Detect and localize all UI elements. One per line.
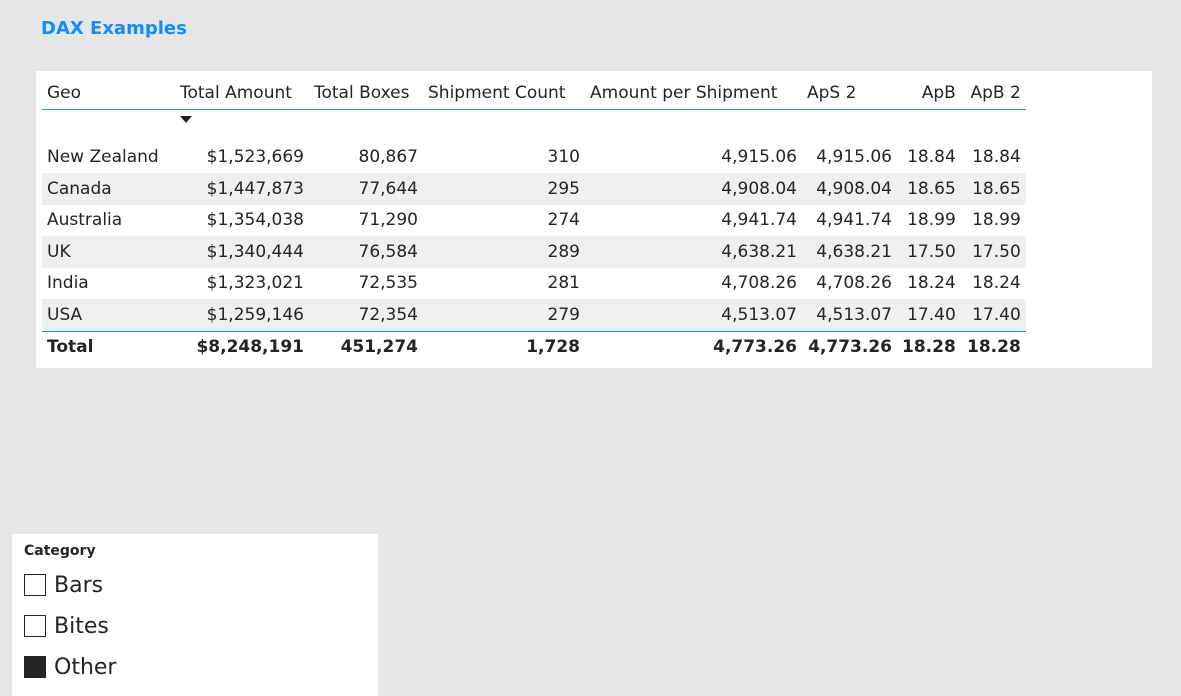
cell-total-amount: $1,259,146 bbox=[175, 299, 309, 331]
cell-total-boxes: 80,867 bbox=[309, 141, 423, 173]
slicer-item-bars[interactable]: Bars bbox=[24, 572, 103, 598]
cell-total-boxes: 72,535 bbox=[309, 267, 423, 299]
cell-geo: UK bbox=[42, 236, 175, 268]
total-row[interactable]: Total $8,248,191 451,274 1,728 4,773.26 … bbox=[42, 330, 1026, 363]
cell-total-boxes: 72,354 bbox=[309, 299, 423, 331]
cell-apb: 17.40 bbox=[897, 299, 961, 331]
cell-apb: 18.99 bbox=[897, 204, 961, 236]
cell-amount-per-shipment: 4,908.04 bbox=[585, 173, 802, 205]
cell-shipment-count: 295 bbox=[423, 173, 585, 205]
cell-aps-2: 4,513.07 bbox=[802, 299, 897, 331]
cell-geo: Australia bbox=[42, 204, 175, 236]
column-header-aps-2[interactable]: ApS 2 bbox=[802, 77, 897, 110]
table-row[interactable]: India $1,323,021 72,535 281 4,708.26 4,7… bbox=[42, 267, 1026, 299]
cell-apb: 17.50 bbox=[897, 236, 961, 268]
category-slicer: Category Bars Bites Other bbox=[12, 534, 378, 696]
cell-apb-2: 18.65 bbox=[960, 173, 1026, 205]
total-shipment-count: 1,728 bbox=[423, 330, 585, 363]
page-title: DAX Examples bbox=[41, 18, 187, 39]
data-table: Geo Total Amount Total Boxes Shipment Co… bbox=[42, 77, 1026, 363]
slicer-item-bites[interactable]: Bites bbox=[24, 613, 109, 639]
table-header-row: Geo Total Amount Total Boxes Shipment Co… bbox=[42, 77, 1026, 123]
table-row[interactable]: Canada $1,447,873 77,644 295 4,908.04 4,… bbox=[42, 173, 1026, 205]
cell-total-amount: $1,523,669 bbox=[175, 141, 309, 173]
slicer-header: Category bbox=[24, 543, 96, 559]
column-header-total-amount[interactable]: Total Amount bbox=[175, 77, 309, 123]
total-amount-per-shipment: 4,773.26 bbox=[585, 330, 802, 363]
total-total-boxes: 451,274 bbox=[309, 330, 423, 363]
cell-aps-2: 4,915.06 bbox=[802, 141, 897, 173]
column-header-label: Total Amount bbox=[180, 83, 292, 103]
cell-apb-2: 17.50 bbox=[960, 236, 1026, 268]
cell-total-amount: $1,354,038 bbox=[175, 204, 309, 236]
cell-shipment-count: 289 bbox=[423, 236, 585, 268]
table-visual[interactable]: Geo Total Amount Total Boxes Shipment Co… bbox=[36, 71, 1152, 368]
slicer-item-label: Bars bbox=[54, 572, 104, 598]
cell-total-amount: $1,340,444 bbox=[175, 236, 309, 268]
cell-aps-2: 4,708.26 bbox=[802, 267, 897, 299]
cell-shipment-count: 281 bbox=[423, 267, 585, 299]
cell-total-boxes: 77,644 bbox=[309, 173, 423, 205]
total-apb: 18.28 bbox=[897, 330, 961, 363]
column-header-apb-2[interactable]: ApB 2 bbox=[960, 77, 1026, 110]
table-row[interactable]: New Zealand $1,523,669 80,867 310 4,915.… bbox=[42, 141, 1026, 173]
total-aps-2: 4,773.26 bbox=[802, 330, 897, 363]
slicer-item-other[interactable]: Other bbox=[24, 654, 116, 680]
total-apb-2: 18.28 bbox=[960, 330, 1026, 363]
column-header-total-boxes[interactable]: Total Boxes bbox=[309, 77, 423, 110]
total-total-amount: $8,248,191 bbox=[175, 330, 309, 363]
cell-aps-2: 4,908.04 bbox=[802, 173, 897, 205]
cell-apb-2: 18.99 bbox=[960, 204, 1026, 236]
table-row[interactable]: UK $1,340,444 76,584 289 4,638.21 4,638.… bbox=[42, 236, 1026, 268]
header-gap bbox=[42, 109, 1026, 142]
cell-geo: USA bbox=[42, 299, 175, 331]
cell-amount-per-shipment: 4,708.26 bbox=[585, 267, 802, 299]
cell-shipment-count: 310 bbox=[423, 141, 585, 173]
cell-apb-2: 18.84 bbox=[960, 141, 1026, 173]
cell-aps-2: 4,638.21 bbox=[802, 236, 897, 268]
cell-total-boxes: 76,584 bbox=[309, 236, 423, 268]
checkbox-checked[interactable] bbox=[24, 656, 46, 678]
column-header-shipment-count[interactable]: Shipment Count bbox=[423, 77, 585, 110]
cell-apb-2: 18.24 bbox=[960, 267, 1026, 299]
cell-total-amount: $1,447,873 bbox=[175, 173, 309, 205]
slicer-item-label: Other bbox=[54, 654, 117, 680]
cell-total-amount: $1,323,021 bbox=[175, 267, 309, 299]
cell-apb: 18.65 bbox=[897, 173, 961, 205]
table-row[interactable]: USA $1,259,146 72,354 279 4,513.07 4,513… bbox=[42, 299, 1026, 331]
checkbox-unchecked[interactable] bbox=[24, 615, 46, 637]
cell-amount-per-shipment: 4,915.06 bbox=[585, 141, 802, 173]
cell-apb: 18.84 bbox=[897, 141, 961, 173]
cell-total-boxes: 71,290 bbox=[309, 204, 423, 236]
cell-amount-per-shipment: 4,638.21 bbox=[585, 236, 802, 268]
cell-geo: Canada bbox=[42, 173, 175, 205]
cell-apb: 18.24 bbox=[897, 267, 961, 299]
cell-geo: India bbox=[42, 267, 175, 299]
column-header-amount-per-shipment[interactable]: Amount per Shipment bbox=[585, 77, 802, 110]
cell-shipment-count: 279 bbox=[423, 299, 585, 331]
total-label: Total bbox=[42, 330, 175, 363]
cell-amount-per-shipment: 4,941.74 bbox=[585, 204, 802, 236]
checkbox-unchecked[interactable] bbox=[24, 574, 46, 596]
cell-amount-per-shipment: 4,513.07 bbox=[585, 299, 802, 331]
cell-apb-2: 17.40 bbox=[960, 299, 1026, 331]
column-header-apb[interactable]: ApB bbox=[897, 77, 961, 110]
slicer-item-label: Bites bbox=[54, 613, 109, 639]
column-header-geo[interactable]: Geo bbox=[42, 77, 175, 110]
cell-geo: New Zealand bbox=[42, 141, 175, 173]
table-row[interactable]: Australia $1,354,038 71,290 274 4,941.74… bbox=[42, 204, 1026, 236]
cell-shipment-count: 274 bbox=[423, 204, 585, 236]
sort-descending-icon bbox=[180, 116, 192, 123]
cell-aps-2: 4,941.74 bbox=[802, 204, 897, 236]
